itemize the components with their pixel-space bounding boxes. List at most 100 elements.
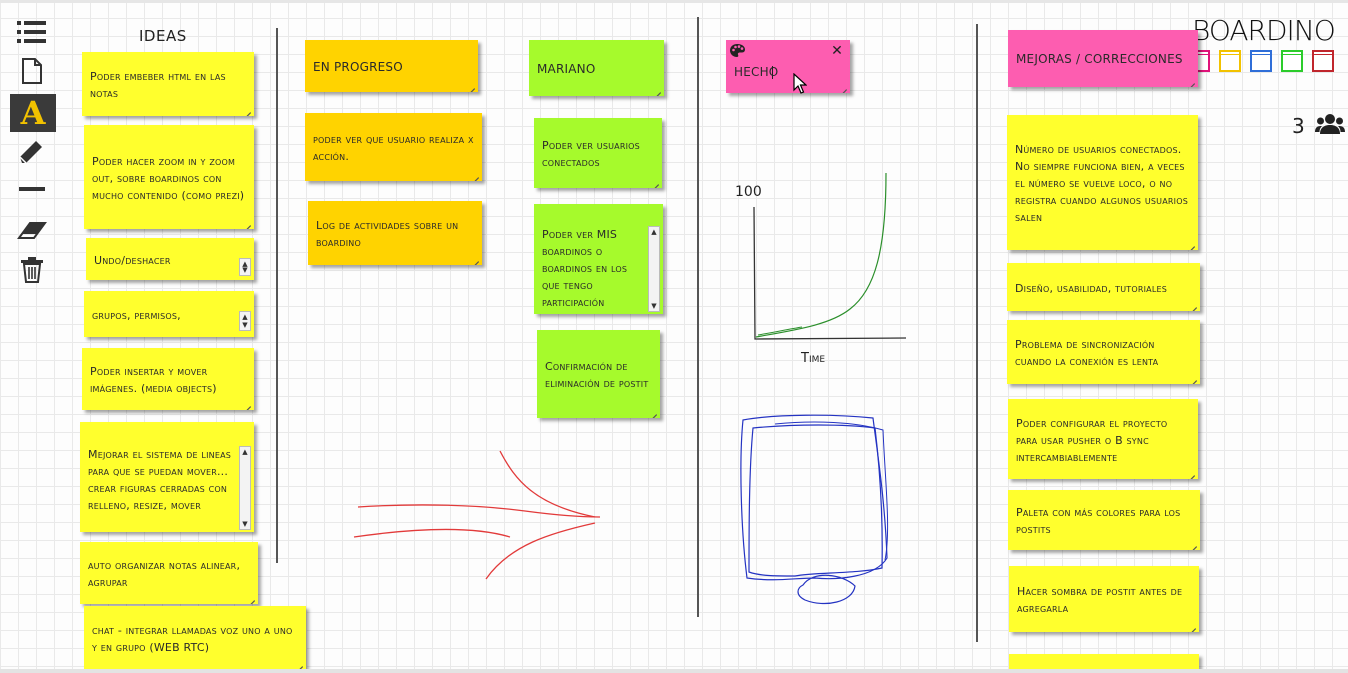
postit-text[interactable]: Poder ver usuarios conectados [542, 137, 654, 171]
postit-note[interactable]: Poder configurar el proyecto para usar p… [1008, 399, 1198, 479]
users-online[interactable]: 3 [1292, 113, 1346, 138]
postit-text[interactable]: Número de usuarios conectados. No siempr… [1015, 141, 1190, 226]
resize-handle[interactable] [1188, 372, 1197, 381]
postit-note[interactable]: Mejorar el sistema de lineas para que se… [80, 422, 254, 532]
postit-text[interactable]: grupos, permisos, [92, 307, 181, 324]
mariano-title-note[interactable]: MARIANO [529, 40, 664, 96]
palette-icon[interactable] [729, 43, 746, 58]
new-note-icon [22, 58, 42, 84]
postit-note[interactable]: Paleta con más colores para los postits [1008, 490, 1200, 550]
resize-handle[interactable] [652, 84, 661, 93]
postit-note[interactable]: chat - integrar llamadas voz uno a uno y… [84, 606, 306, 670]
resize-handle[interactable] [1187, 620, 1196, 629]
postit-text[interactable]: Problema de sincronización cuando la con… [1015, 336, 1192, 370]
resize-handle[interactable] [470, 253, 479, 262]
done-title-note[interactable]: ✕ HECHO [726, 40, 850, 93]
trash-icon [21, 257, 43, 283]
resize-handle[interactable] [1188, 299, 1197, 308]
line-tool-icon [19, 187, 45, 191]
text-tool-icon: A [20, 94, 46, 132]
postit-note[interactable]: Poder embeber html en las notas [82, 52, 254, 116]
close-icon[interactable]: ✕ [831, 43, 843, 60]
postit-note[interactable]: Undo/deshacer ▲ ▼ [86, 238, 254, 280]
done-title[interactable]: HECHO [734, 64, 842, 81]
postit-note[interactable]: Problema de sincronización cuando la con… [1007, 320, 1200, 384]
in-progress-title-note[interactable]: EN PROGRESO [305, 40, 478, 92]
note-scrollbar[interactable]: ▲ ▼ [239, 446, 251, 530]
postit-text[interactable]: Poder insertar y mover imágenes. (media … [90, 363, 246, 397]
resize-handle[interactable] [1186, 467, 1195, 476]
resize-handle[interactable] [466, 80, 475, 89]
hand-drawn-rectangle[interactable] [735, 410, 893, 610]
postit-note[interactable]: Log de actividades sobre un boardino [308, 201, 482, 265]
postit-note[interactable]: Poder insertar y mover imágenes. (media … [82, 348, 254, 410]
text-tool-button[interactable]: A [10, 94, 56, 132]
postit-note[interactable]: poder ver que usuario realiza x acción. [305, 113, 482, 181]
postit-note[interactable]: Diseño, usabilidad, tutoriales [1007, 263, 1200, 311]
note-scrollbar[interactable]: ▲ ▼ [239, 258, 251, 276]
resize-handle[interactable] [838, 81, 847, 90]
postit-text[interactable]: Paleta con más colores para los postits [1016, 504, 1192, 538]
postit-note[interactable]: Hacer sombra de postit antes de agregarl… [1009, 566, 1199, 632]
resize-handle[interactable] [242, 398, 251, 407]
postit-text[interactable]: Log de actividades sobre un boardino [316, 217, 474, 251]
horizontal-scrollbar[interactable] [0, 669, 1348, 673]
improvements-title[interactable]: MEJORAS / CORRECCIONES [1016, 51, 1183, 68]
postit-text[interactable]: Undo/deshacer [94, 252, 171, 269]
resize-handle[interactable] [650, 176, 659, 185]
new-note-button[interactable] [8, 53, 56, 89]
postit-note[interactable]: Número de usuarios conectados. No siempr… [1007, 115, 1198, 250]
scroll-up-icon[interactable]: ▲ [649, 227, 659, 237]
scroll-down-icon[interactable]: ▼ [240, 519, 250, 529]
resize-handle[interactable] [1188, 538, 1197, 547]
postit-text[interactable]: Poder hacer zoom in y zoom out, sobre bo… [92, 153, 246, 204]
postit-text[interactable]: Poder configurar el proyecto para usar p… [1016, 415, 1190, 466]
postit-note[interactable]: Poder hacer zoom in y zoom out, sobre bo… [84, 125, 254, 229]
postit-text[interactable]: Confirmación de eliminación de postit [545, 358, 652, 392]
resize-handle[interactable] [242, 217, 251, 226]
scroll-down-icon[interactable]: ▼ [240, 320, 250, 330]
postit-text[interactable]: chat - integrar llamadas voz uno a uno y… [92, 622, 298, 656]
menu-button[interactable] [8, 14, 56, 50]
postit-note[interactable]: auto organizar notas alinear, agrupar [80, 542, 258, 604]
resize-handle[interactable] [246, 592, 255, 601]
menu-icon [17, 21, 46, 43]
users-count: 3 [1292, 114, 1305, 138]
postit-text[interactable]: Mejorar el sistema de lineas para que se… [88, 446, 232, 514]
text-caret [772, 66, 773, 79]
resize-handle[interactable] [294, 658, 303, 667]
resize-handle[interactable] [648, 406, 657, 415]
postit-note[interactable]: grupos, permisos, ▲ ▼ [84, 291, 254, 337]
brand-color-box [1281, 50, 1303, 72]
scroll-down-icon[interactable]: ▼ [240, 265, 250, 275]
scroll-down-icon[interactable]: ▼ [649, 301, 659, 311]
postit-text[interactable]: Poder embeber html en las notas [90, 68, 246, 102]
delete-button[interactable] [8, 252, 56, 288]
postit-note[interactable]: Poder ver MIS boardinos o boardinos en l… [534, 204, 663, 314]
resize-handle[interactable] [242, 104, 251, 113]
postit-note[interactable] [1009, 654, 1199, 670]
postit-note[interactable]: Confirmación de eliminación de postit [537, 330, 660, 418]
postit-text[interactable]: Poder ver MIS boardinos o boardinos en l… [542, 226, 641, 311]
postit-text[interactable]: Hacer sombra de postit antes de agregarl… [1017, 583, 1191, 617]
pencil-button[interactable] [8, 134, 56, 170]
hand-drawn-arrow[interactable] [350, 445, 610, 585]
note-scrollbar[interactable]: ▲ ▼ [648, 226, 660, 312]
postit-note[interactable]: Poder ver usuarios conectados [534, 118, 662, 188]
improvements-title-note[interactable]: MEJORAS / CORRECCIONES [1008, 30, 1198, 87]
resize-handle[interactable] [470, 169, 479, 178]
postit-text[interactable]: Diseño, usabilidad, tutoriales [1015, 280, 1167, 297]
sketch-extra-stroke [774, 421, 889, 561]
line-tool-button[interactable] [8, 172, 56, 208]
postit-text[interactable]: poder ver que usuario realiza x acción. [313, 131, 474, 165]
mariano-title[interactable]: MARIANO [537, 61, 595, 78]
scroll-up-icon[interactable]: ▲ [240, 447, 250, 457]
resize-handle[interactable] [1186, 75, 1195, 84]
note-scrollbar[interactable]: ▲ ▼ [239, 311, 251, 331]
in-progress-title[interactable]: EN PROGRESO [313, 59, 403, 76]
eraser-button[interactable] [8, 212, 56, 248]
brand-color-box [1250, 50, 1272, 72]
hand-drawn-chart[interactable] [740, 165, 920, 350]
postit-text[interactable]: auto organizar notas alinear, agrupar [88, 557, 250, 591]
resize-handle[interactable] [1186, 238, 1195, 247]
